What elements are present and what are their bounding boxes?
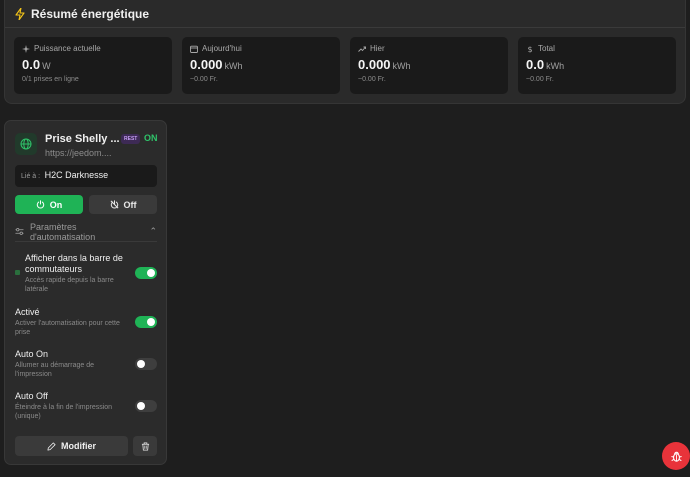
setting-desc: Activer l'automatisation pour cette pris… [15, 320, 120, 336]
toggle-auto-off[interactable] [135, 400, 157, 412]
device-name: Prise Shelly ... [45, 133, 120, 145]
device-card: Prise Shelly ... https://jeedom.... REST… [4, 120, 167, 465]
pencil-icon [47, 441, 56, 451]
stat-label: Hier [370, 44, 385, 53]
stat-label: Total [538, 44, 555, 53]
energy-summary-title: Résumé énergétique [31, 6, 150, 21]
power-off-label: Off [123, 199, 137, 210]
energy-summary-header: Résumé énergétique [5, 0, 685, 28]
automation-label: Paramètres d'automatisation [29, 221, 96, 242]
stat-yesterday: Hier 0.000 kWh ~0.00 Fr. [350, 37, 508, 94]
stat-subtext: ~0.00 Fr. [190, 76, 218, 83]
power-icon [36, 200, 44, 209]
stat-unit: W [42, 61, 51, 71]
energy-summary-panel: Résumé énergétique Puissance actuelle 0.… [4, 0, 686, 104]
rest-badge: REST [121, 134, 141, 144]
bolt-icon [15, 7, 25, 20]
device-url: https://jeedom.... [45, 148, 112, 158]
calendar-icon [190, 45, 198, 53]
device-status: ON [144, 133, 158, 143]
stat-label: Aujourd'hui [202, 44, 242, 53]
bug-report-button[interactable] [662, 442, 690, 470]
power-off-button[interactable]: Off [89, 195, 157, 214]
sliders-icon [15, 228, 24, 235]
stat-unit: kWh [392, 61, 411, 71]
stat-current-power: Puissance actuelle 0.0 W 0/1 prises en li… [14, 37, 172, 94]
setting-desc: Allumer au démarrage de l'impression [15, 362, 94, 378]
stat-subtext: ~0.00 Fr. [358, 76, 386, 83]
linked-printer-field: Lié à : H2C Darknesse [15, 165, 157, 187]
setting-show-in-sidebar: Afficher dans la barre de commutateurs A… [15, 253, 133, 294]
dollar-icon: $ [527, 45, 532, 53]
setting-desc: Accès rapide depuis la barre latérale [25, 277, 114, 293]
stat-value: 0.000 [190, 57, 223, 72]
automation-settings-toggle[interactable]: Paramètres d'automatisation ⌃ [15, 222, 157, 242]
device-card-header: Prise Shelly ... https://jeedom.... REST… [15, 131, 158, 161]
sparkle-icon [22, 44, 30, 53]
power-on-label: On [49, 199, 63, 210]
toggle-show-in-sidebar[interactable] [135, 267, 157, 279]
modify-button[interactable]: Modifier [15, 436, 128, 456]
stat-label: Puissance actuelle [34, 44, 101, 53]
setting-title: Activé [15, 307, 40, 317]
setting-title: Auto Off [15, 391, 48, 401]
delete-button[interactable] [133, 436, 157, 456]
stat-today: Aujourd'hui 0.000 kWh ~0.00 Fr. [182, 37, 340, 94]
setting-auto-on: Auto On Allumer au démarrage de l'impres… [15, 349, 115, 379]
stat-value: 0.0 [526, 57, 545, 72]
stat-subtext: ~0.00 Fr. [526, 76, 554, 83]
setting-enabled: Activé Activer l'automatisation pour cet… [15, 307, 135, 337]
svg-text:$: $ [527, 45, 532, 53]
stat-value: 0.0 [22, 57, 41, 72]
power-off-icon [110, 200, 118, 209]
modify-label: Modifier [61, 441, 96, 451]
power-on-button[interactable]: On [15, 195, 83, 214]
setting-auto-off: Auto Off Éteindre à la fin de l'impressi… [15, 391, 130, 421]
toggle-enabled[interactable] [135, 316, 157, 328]
setting-desc: Éteindre à la fin de l'impression (uniqu… [15, 404, 113, 420]
setting-title: Auto On [15, 349, 49, 359]
setting-title: Afficher dans la barre de commutateurs [25, 253, 123, 274]
globe-icon [15, 133, 37, 155]
stat-total: $ Total 0.0 kWh ~0.00 Fr. [518, 37, 676, 94]
linked-label: Lié à : [21, 173, 41, 180]
trash-icon [141, 441, 149, 451]
trend-icon [358, 46, 366, 52]
chevron-up-icon: ⌃ [149, 226, 157, 236]
stat-subtext: 0/1 prises en ligne [22, 76, 79, 83]
stat-unit: kWh [224, 61, 243, 71]
toggle-auto-on[interactable] [135, 358, 157, 370]
stat-value: 0.000 [358, 57, 391, 72]
stat-unit: kWh [546, 61, 565, 71]
bug-icon [670, 451, 682, 462]
linked-value: H2C Darknesse [44, 170, 109, 180]
